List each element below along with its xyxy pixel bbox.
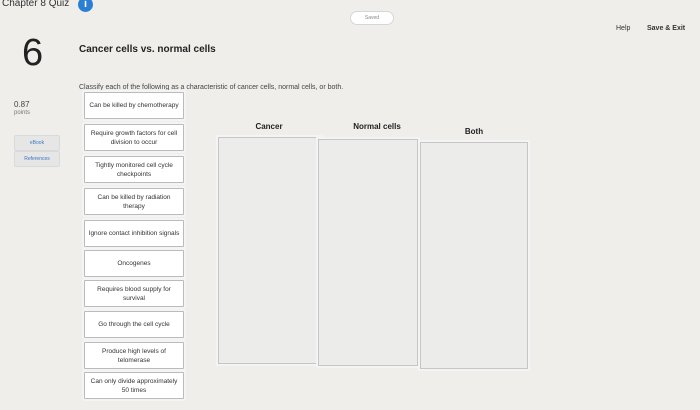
- dropzone-normal-cells[interactable]: [318, 139, 418, 366]
- dropzone-both[interactable]: [420, 142, 528, 369]
- references-button[interactable]: References: [14, 151, 60, 167]
- column-header-both: Both: [464, 127, 484, 136]
- ebook-button[interactable]: eBook: [14, 135, 60, 151]
- drag-card-cell-cycle[interactable]: Go through the cell cycle: [84, 311, 184, 338]
- drag-card-contact-inhibition[interactable]: Ignore contact inhibition signals: [84, 220, 184, 247]
- help-link[interactable]: Help: [616, 25, 630, 32]
- question-number: 6: [22, 32, 44, 74]
- save-exit-link[interactable]: Save & Exit: [647, 25, 685, 32]
- top-bar: Chapter 8 Quiz i: [0, 0, 700, 14]
- drag-card-telomerase[interactable]: Produce high levels of telomerase: [84, 342, 184, 369]
- column-header-normal-cells: Normal cells: [353, 122, 401, 131]
- saved-status-badge: Saved: [350, 11, 394, 25]
- dropzone-cancer[interactable]: [218, 137, 320, 364]
- quiz-title: Chapter 8 Quiz: [2, 0, 70, 9]
- drag-card-growth-factors[interactable]: Require growth factors for cell division…: [84, 124, 184, 151]
- drag-card-radiation[interactable]: Can be killed by radiation therapy: [84, 188, 184, 215]
- info-icon[interactable]: i: [78, 0, 93, 12]
- drag-card-blood-supply[interactable]: Requires blood supply for survival: [84, 280, 184, 307]
- drag-card-oncogenes[interactable]: Oncogenes: [84, 250, 184, 277]
- question-title: Cancer cells vs. normal cells: [79, 44, 216, 55]
- drag-card-chemotherapy[interactable]: Can be killed by chemotherapy: [84, 92, 184, 119]
- points-label: points: [14, 110, 31, 116]
- points-value: 0.87: [14, 100, 30, 109]
- drag-card-divide-50[interactable]: Can only divide approximately 50 times: [84, 372, 184, 399]
- drag-card-checkpoints[interactable]: Tightly monitored cell cycle checkpoints: [84, 156, 184, 183]
- question-instructions: Classify each of the following as a char…: [79, 84, 344, 91]
- column-header-cancer: Cancer: [255, 122, 283, 131]
